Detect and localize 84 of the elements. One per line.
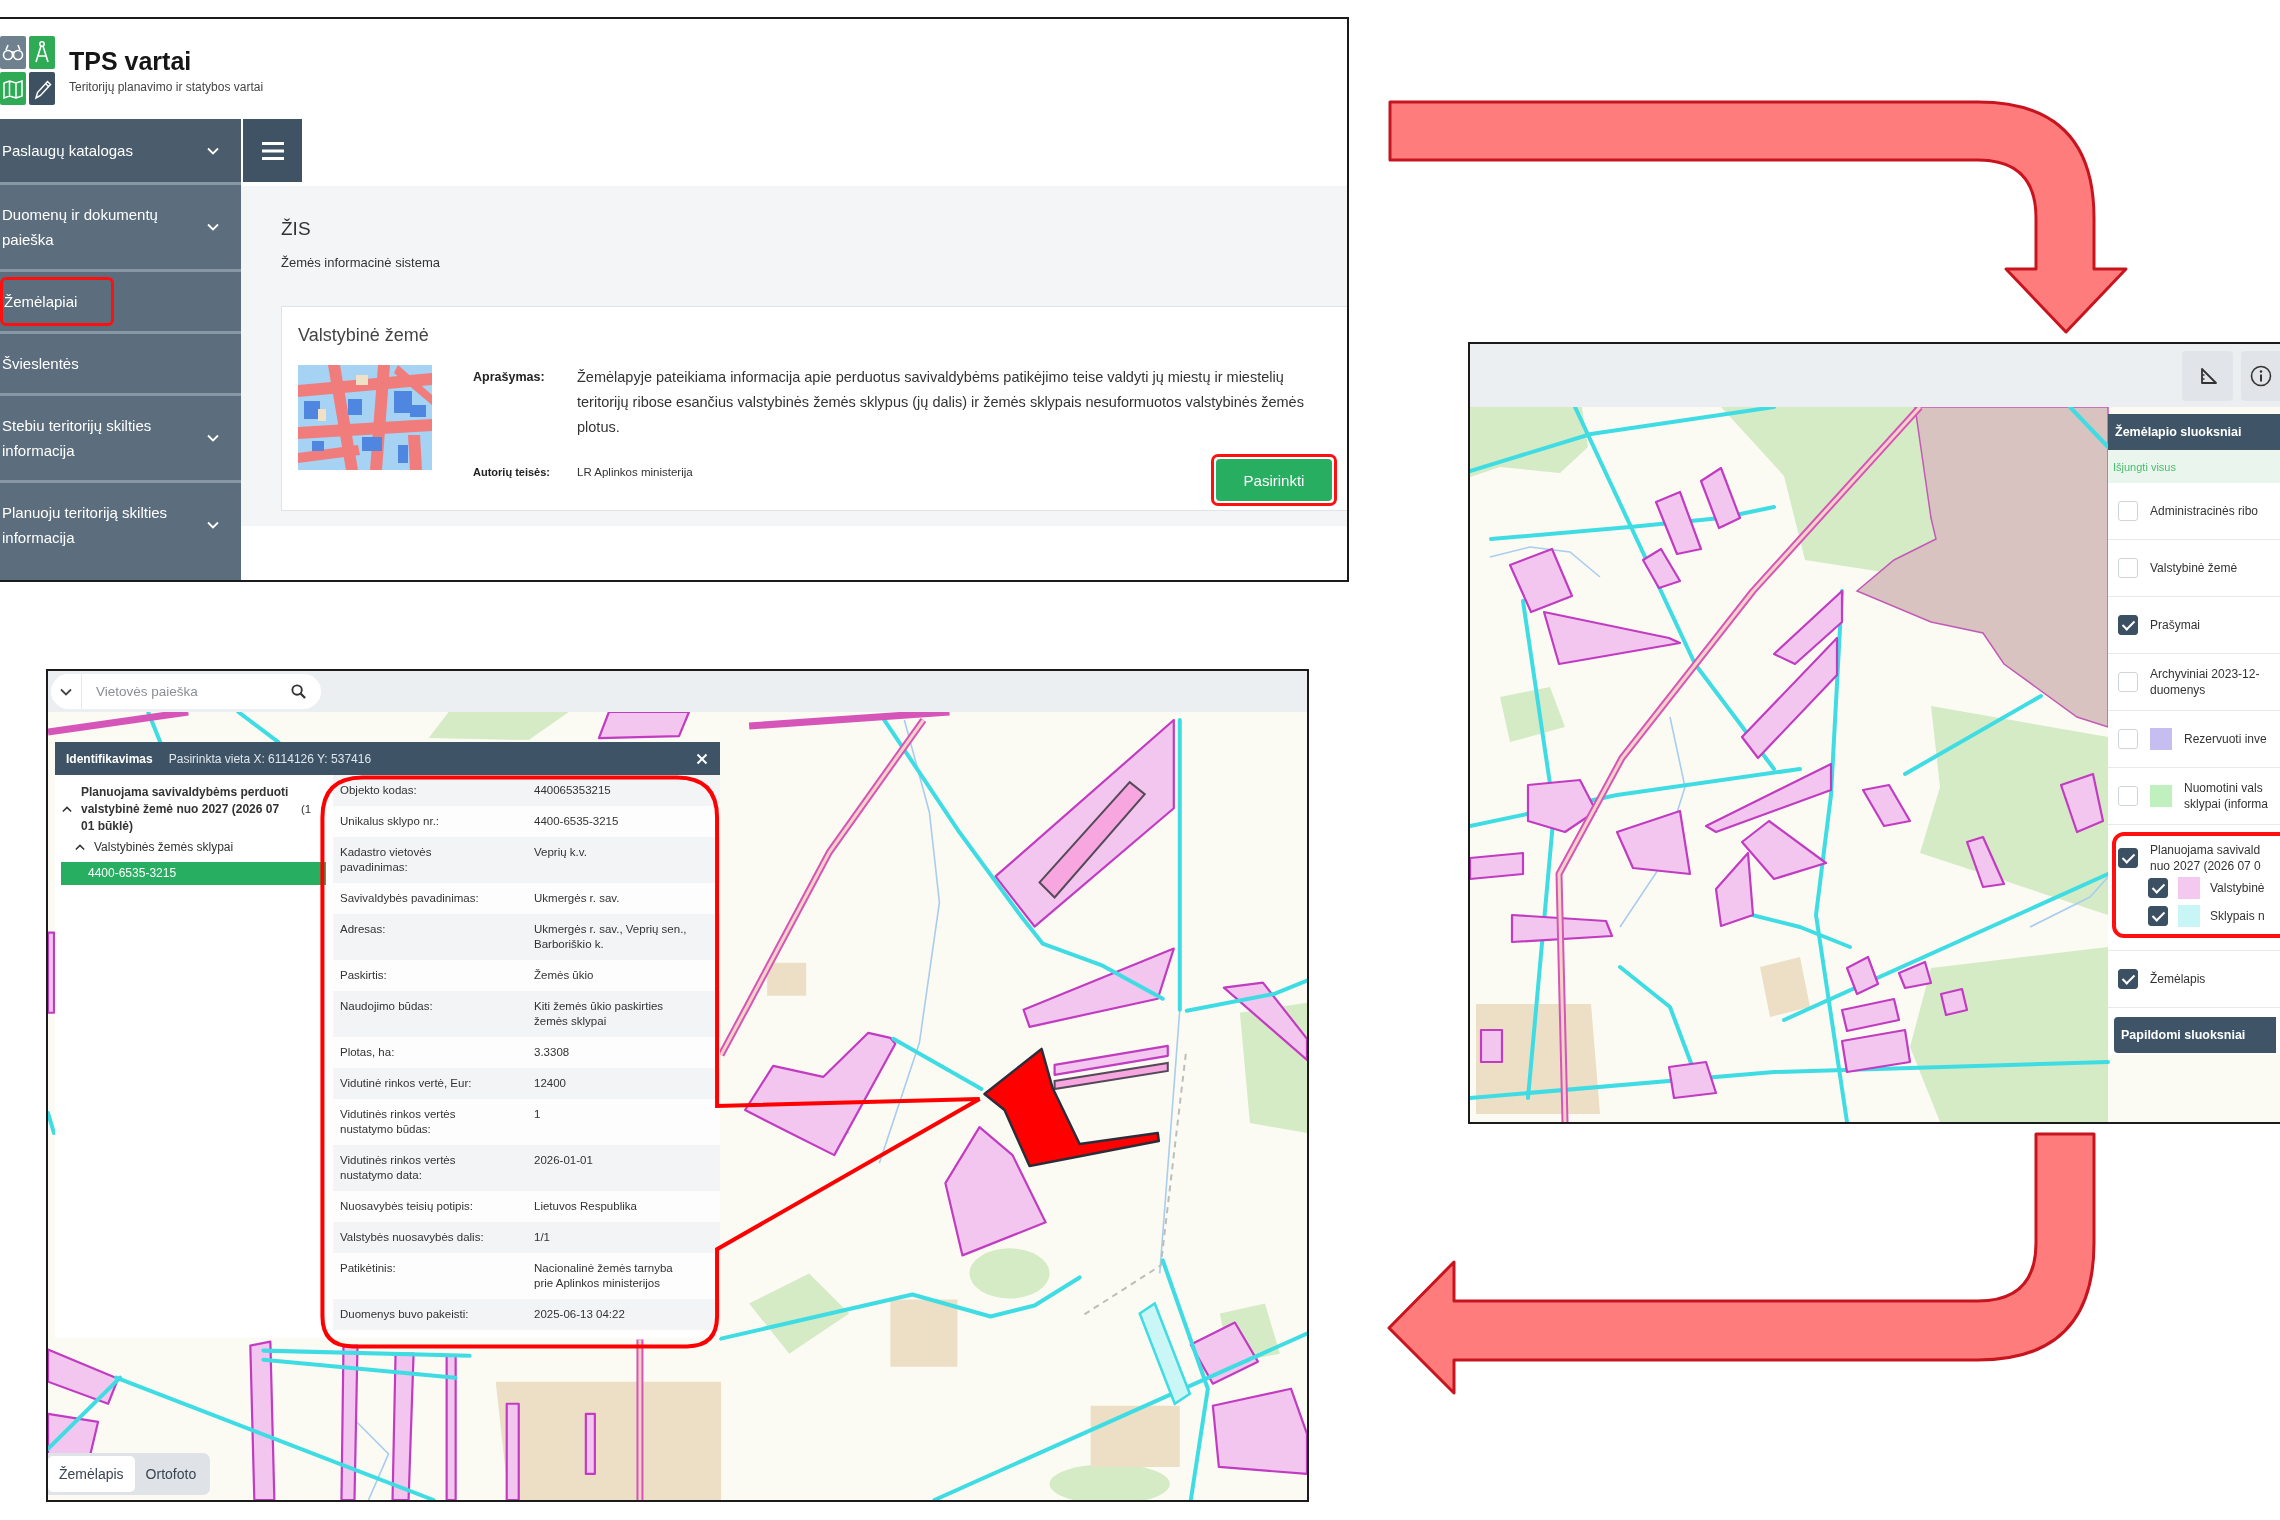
item-count: (1 <box>301 802 312 817</box>
search-field[interactable]: Vietovės paieška <box>82 674 287 709</box>
property-value: 3.3308 <box>534 1045 571 1060</box>
tree-item[interactable]: Valstybinės žemės sklypai <box>61 837 326 858</box>
layer-label: Nuomotini vals sklypai (informa <box>2184 780 2269 812</box>
close-icon <box>696 752 708 765</box>
layer-label: Žemėlapis <box>2150 971 2206 987</box>
layer-label: Planuojama savivald nuo 2027 (2026 07 0 <box>2150 842 2261 874</box>
field-label: Autorių teisės: <box>473 465 551 480</box>
layer-label: Valstybinė žemė <box>2150 560 2238 576</box>
property-value: Ukmergės r. sav., Veprių sen., Barboriškio k. <box>534 922 688 952</box>
portal-title: TPS vartai <box>69 46 193 75</box>
property-label: Vidutinės rinkos vertės nustatymo data: <box>340 1153 457 1183</box>
property-value: 12400 <box>534 1076 567 1091</box>
property-value: Kiti žemės ūkio paskirties žemės sklypai <box>534 999 665 1029</box>
menu-icon <box>261 141 284 160</box>
layer-label: Sklypais n <box>2210 908 2265 924</box>
chevron-down-icon <box>207 223 219 231</box>
pen-icon <box>29 71 55 105</box>
chevron-down-icon <box>207 434 219 442</box>
property-value: 1 <box>534 1107 542 1122</box>
property-label: Plotas, ha: <box>340 1045 396 1060</box>
property-label: Savivaldybės pavadinimas: <box>340 891 480 906</box>
panel-title: Žemėlapio sluoksniai <box>2108 414 2280 450</box>
map-tab[interactable]: Ortofoto <box>134 1456 208 1492</box>
property-value: 2026-01-01 <box>534 1153 594 1168</box>
property-label: Adresas: <box>340 922 387 937</box>
popup-title: Identifikavimas <box>66 751 153 766</box>
chevron-up-icon <box>62 806 72 813</box>
location-text: Pasirinkta vieta X: 6114126 Y: 537416 <box>168 751 372 766</box>
property-label: Duomenys buvo pakeisti: <box>340 1307 470 1322</box>
section-subtitle: Žemės informacinė sistema <box>281 255 441 271</box>
checkbox[interactable] <box>2118 848 2138 868</box>
more-layers-button[interactable]: Papildomi sluoksniai <box>2114 1017 2276 1053</box>
property-value: Lietuvos Respublika <box>534 1199 638 1214</box>
property-label: Vidutinė rinkos vertė, Eur: <box>340 1076 473 1091</box>
field-label: Aprašymas: <box>473 369 546 386</box>
property-label: Kadastro vietovės pavadinimas: <box>340 845 433 875</box>
layer-label: Valstybinė <box>2210 880 2265 896</box>
portal-subtitle: Teritorijų planavimo ir statybos vartai <box>69 79 264 94</box>
sidebar-item[interactable]: Paslaugų katalogas <box>0 119 241 182</box>
property-value: Nacionalinė žemės tarnyba prie Aplinkos ministerijos <box>534 1261 674 1291</box>
info-button[interactable] <box>2241 350 2280 401</box>
layer-label: Rezervuoti inve <box>2184 731 2267 747</box>
property-label: Unikalus sklypo nr.: <box>340 814 441 829</box>
checkbox[interactable] <box>2118 615 2138 635</box>
property-value: Veprių k.v. <box>534 845 588 860</box>
tree-item[interactable]: 4400-6535-3215 <box>61 862 326 885</box>
section-title: ŽIS <box>281 218 312 240</box>
chevron-down-icon <box>207 146 219 155</box>
chevron-down-icon <box>60 687 72 696</box>
property-value: 2025-06-13 04:22 <box>534 1307 626 1322</box>
select-button[interactable]: Pasirinkti <box>1216 459 1332 501</box>
property-label: Objekto kodas: <box>340 783 418 798</box>
layer-label: Archyviniai 2023-12- duomenys <box>2150 666 2260 698</box>
checkbox[interactable] <box>2148 906 2168 926</box>
map-tab[interactable]: Žemėlapis <box>48 1456 135 1492</box>
layer-label: Administracinės ribo <box>2150 503 2259 519</box>
property-label: Patikėtinis: <box>340 1261 397 1276</box>
checkbox[interactable] <box>2118 969 2138 989</box>
property-value: Žemės ūkio <box>534 968 595 983</box>
card-title: Valstybinė žemė <box>298 325 430 346</box>
property-label: Nuosavybės teisių potipis: <box>340 1199 474 1214</box>
menu-button[interactable] <box>243 119 302 182</box>
property-label: Vidutinės rinkos vertės nustatymo būdas: <box>340 1107 457 1137</box>
chevron-down-icon <box>207 521 219 529</box>
property-label: Naudojimo būdas: <box>340 999 434 1014</box>
field-value: Žemėlapyje pateikiama informacija apie perduotus savivaldybėms patikėjimo teise valdyti jų miestų ir miestelių teritorijų ribose esančius valstybinės žemės sklypus (jų dalis) ir žemės sklypais nesuformuotos valstybinės žemės plotus. <box>577 368 1305 437</box>
tree-item[interactable]: Planuojama savivaldybėms perduoti valstybinė žemė nuo 2027 (2026 07 01 būklė) (1 <box>61 782 326 837</box>
property-value: 4400-6535-3215 <box>534 814 620 829</box>
property-label: Paskirtis: <box>340 968 388 983</box>
measure-button[interactable] <box>2182 350 2233 401</box>
search-icon <box>291 684 306 699</box>
info-icon <box>2249 364 2272 387</box>
chevron-up-icon <box>75 844 85 851</box>
property-value: 1/1 <box>534 1230 551 1245</box>
property-label: Valstybės nuosavybės dalis: <box>340 1230 485 1245</box>
drafting-compass-icon <box>29 35 55 69</box>
field-value: LR Aplinkos ministerija <box>577 465 693 480</box>
search-button[interactable] <box>287 674 321 709</box>
property-value: Ukmergės r. sav. <box>534 891 621 906</box>
layer-label: Prašymai <box>2150 617 2200 633</box>
checkbox[interactable] <box>2148 878 2168 898</box>
property-value: 440065353215 <box>534 783 612 798</box>
